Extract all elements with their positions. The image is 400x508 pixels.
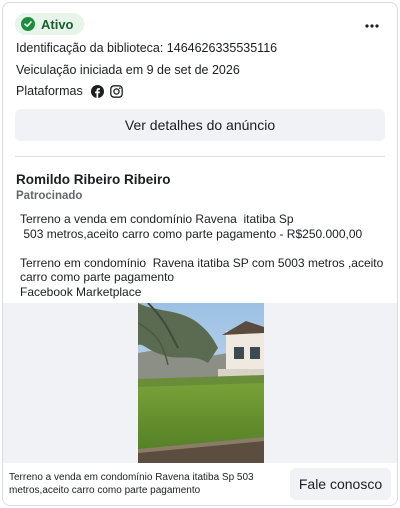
more-options-icon	[365, 15, 379, 33]
divider	[15, 156, 385, 157]
more-options-button[interactable]	[359, 13, 385, 35]
facebook-icon	[90, 84, 104, 98]
ad-media[interactable]	[3, 303, 397, 463]
instagram-icon	[109, 84, 123, 98]
ad-footer: Terreno a venda em condomínio Ravena ita…	[3, 463, 397, 505]
land-photo	[138, 303, 264, 463]
library-id: Identificação da biblioteca: 14646263355…	[16, 41, 278, 55]
card-header: Ativo	[15, 13, 385, 37]
status-badge: Ativo	[15, 13, 84, 35]
contact-us-button[interactable]: Fale conosco	[290, 468, 391, 500]
footer-caption: Terreno a venda em condomínio Ravena ita…	[9, 472, 254, 496]
status-label: Ativo	[41, 16, 74, 32]
see-ad-details-button[interactable]: Ver detalhes do anúncio	[15, 109, 385, 141]
sponsored-label: Patrocinado	[16, 190, 83, 202]
platforms: Plataformas	[16, 84, 123, 98]
check-circle-icon	[21, 17, 35, 31]
start-date: Veiculação iniciada em 9 de set de 2026	[16, 63, 240, 77]
ad-body-text: Terreno a venda em condomínio Ravena ita…	[20, 212, 384, 299]
advertiser-name[interactable]: Romildo Ribeiro Ribeiro	[16, 172, 171, 187]
ad-card: Ativo Identificação da biblioteca: 14646…	[2, 2, 398, 506]
platforms-label: Plataformas	[16, 84, 83, 98]
